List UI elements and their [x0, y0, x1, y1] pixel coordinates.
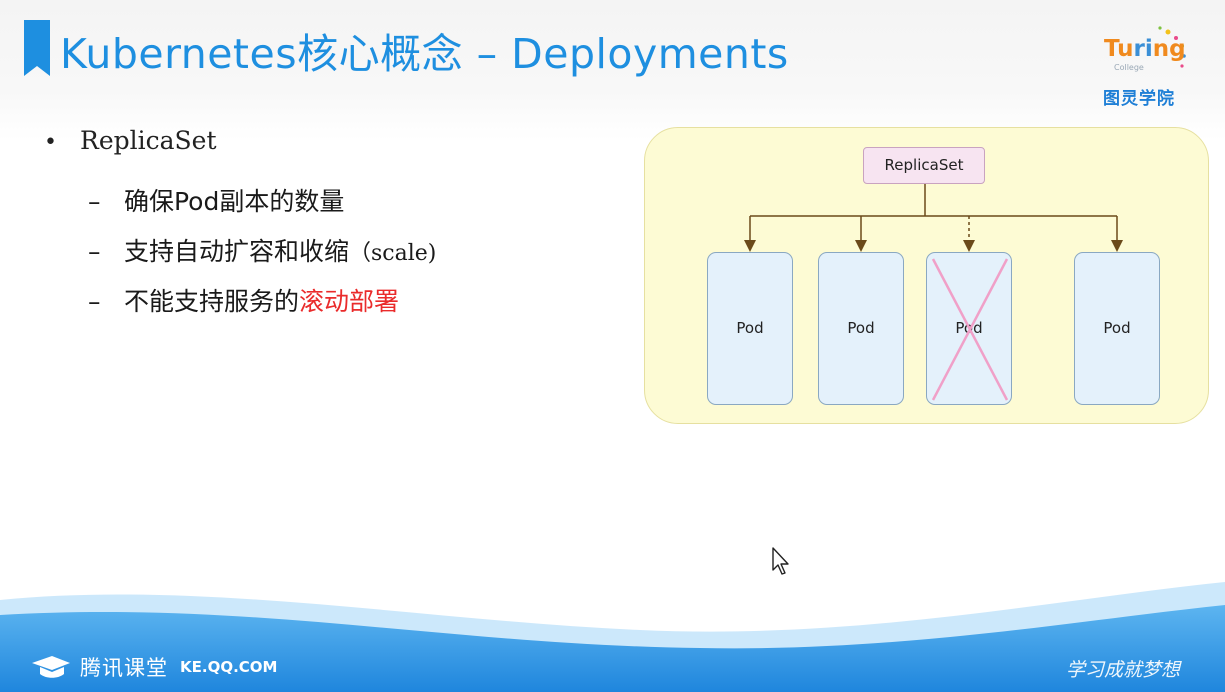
cross-out-icon: [931, 258, 1009, 401]
replicaset-box: ReplicaSet: [863, 147, 985, 184]
pod-box: Pod: [707, 252, 793, 405]
pod-box-removed: Pod: [926, 252, 1012, 405]
pod-box: Pod: [818, 252, 904, 405]
footer-slogan: 学习成就梦想: [1066, 659, 1181, 681]
slide: Kubernetes核心概念 – Deployments Turing Coll…: [0, 0, 1225, 692]
graduation-cap-icon: [32, 656, 70, 678]
brand-name: 腾讯课堂: [80, 656, 168, 680]
pod-box: Pod: [1074, 252, 1160, 405]
brand-url: KE.QQ.COM: [180, 658, 278, 676]
tencent-classroom-brand: 腾讯课堂 KE.QQ.COM: [30, 652, 277, 682]
